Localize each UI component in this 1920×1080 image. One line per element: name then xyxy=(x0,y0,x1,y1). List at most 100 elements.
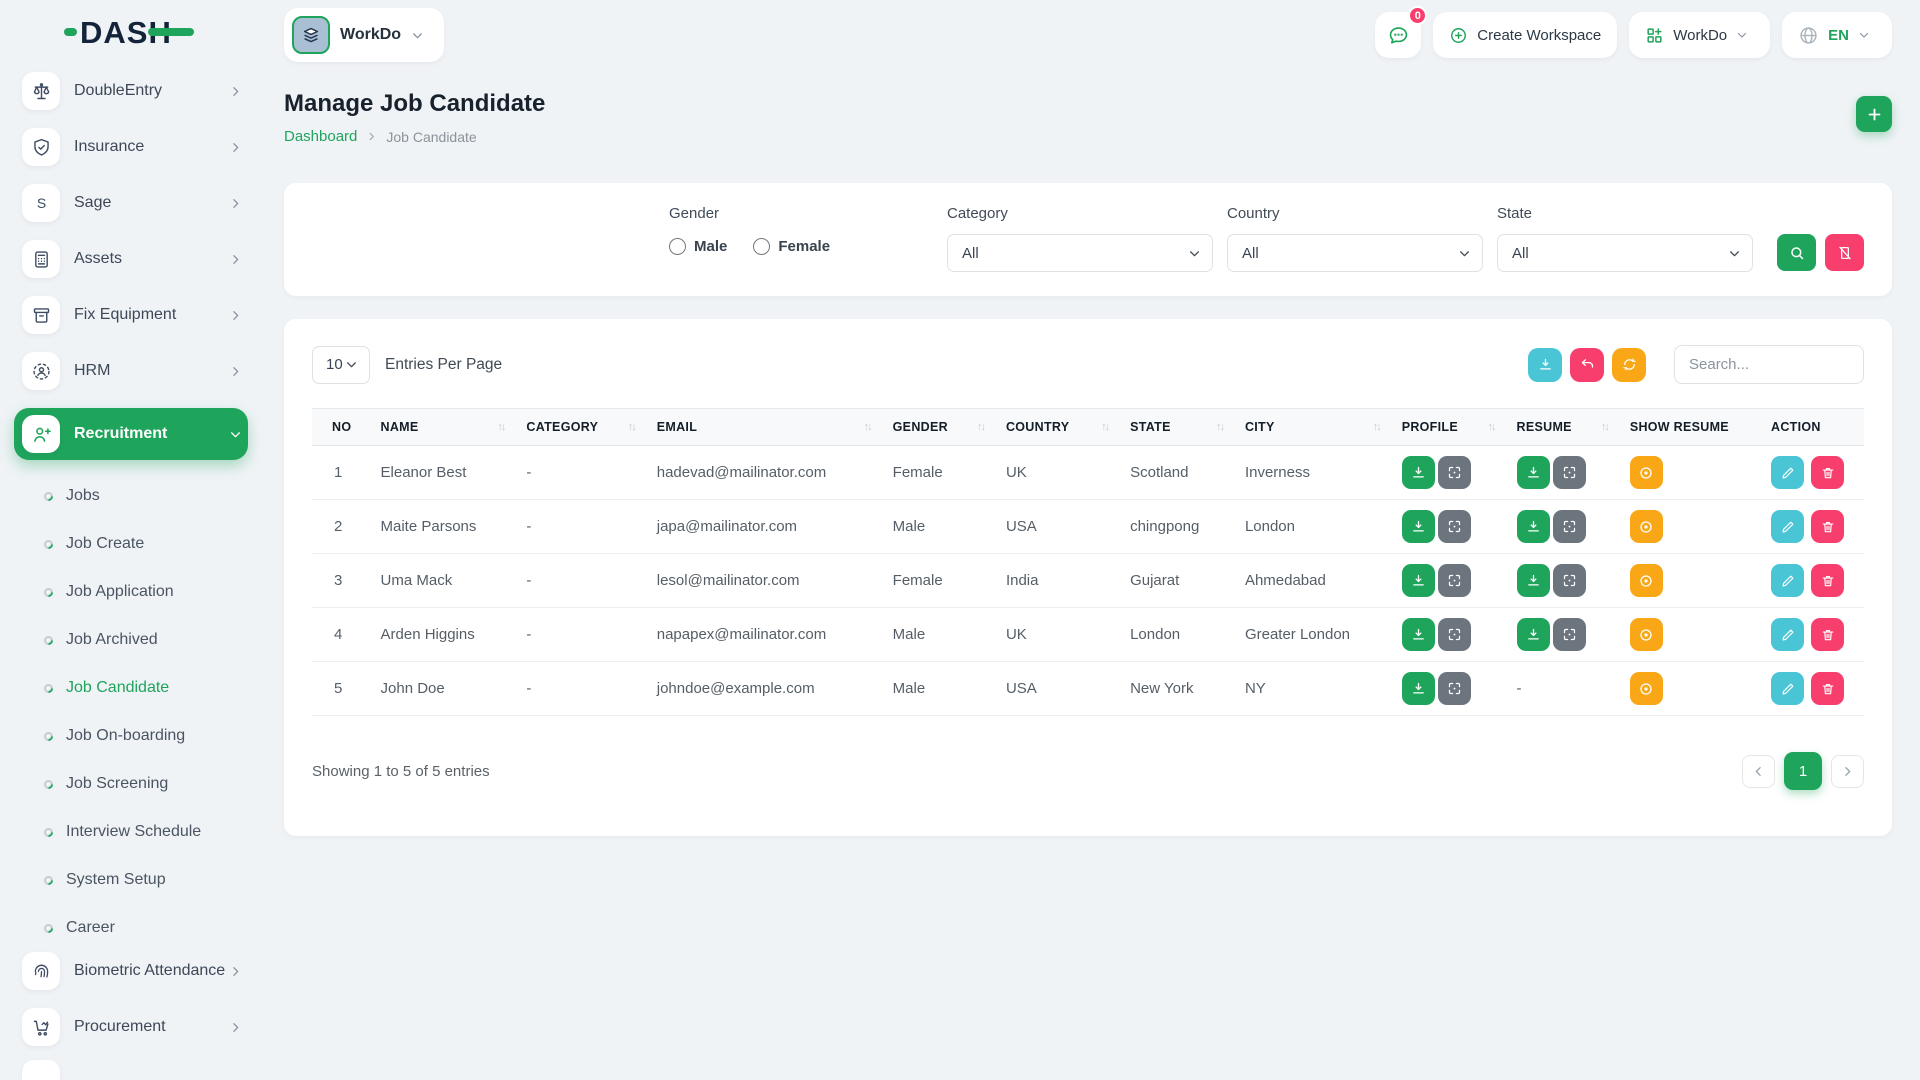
cell-resume xyxy=(1509,608,1622,662)
resume-preview-button[interactable] xyxy=(1553,618,1586,651)
breadcrumb-dashboard-link[interactable]: Dashboard xyxy=(284,128,357,145)
language-selector[interactable]: EN xyxy=(1782,12,1892,58)
sidebar-subitem-job-archived[interactable]: Job Archived xyxy=(14,616,248,664)
bullet-icon xyxy=(42,922,55,935)
sidebar-subitem-interview-schedule[interactable]: Interview Schedule xyxy=(14,808,248,856)
sidebar-item-fix-equipment[interactable]: Fix Equipment xyxy=(22,296,248,334)
scan-icon xyxy=(1447,465,1462,480)
sidebar-item-biometric-attendance[interactable]: Biometric Attendance xyxy=(22,952,248,990)
sidebar-subitem-job-candidate[interactable]: Job Candidate xyxy=(14,664,248,712)
profile-download-button[interactable] xyxy=(1402,510,1435,543)
column-header-resume[interactable]: RESUME↑↓ xyxy=(1509,409,1622,446)
export-button[interactable] xyxy=(1528,348,1562,382)
sidebar-item-hrm[interactable]: HRM xyxy=(22,352,248,390)
column-header-state[interactable]: STATE↑↓ xyxy=(1122,409,1237,446)
profile-preview-button[interactable] xyxy=(1438,510,1471,543)
edit-button[interactable] xyxy=(1771,510,1804,543)
country-value: All xyxy=(1242,245,1259,262)
sidebar-subitem-job-on-boarding[interactable]: Job On-boarding xyxy=(14,712,248,760)
entries-per-page-select[interactable]: 10 xyxy=(312,346,370,384)
delete-button[interactable] xyxy=(1811,456,1844,489)
profile-download-button[interactable] xyxy=(1402,564,1435,597)
state-select[interactable]: All xyxy=(1497,234,1753,272)
create-workspace-button[interactable]: Create Workspace xyxy=(1433,12,1617,58)
profile-preview-button[interactable] xyxy=(1438,564,1471,597)
column-header-name[interactable]: NAME↑↓ xyxy=(373,409,519,446)
chevron-down-icon xyxy=(229,428,242,441)
delete-button[interactable] xyxy=(1811,564,1844,597)
messages-button[interactable]: 0 xyxy=(1375,12,1421,58)
chevron-right-icon xyxy=(229,365,242,378)
current-page-button[interactable]: 1 xyxy=(1784,752,1822,790)
column-header-category[interactable]: CATEGORY↑↓ xyxy=(518,409,648,446)
sidebar-subitem-career[interactable]: Career xyxy=(14,904,248,952)
show-resume-button[interactable] xyxy=(1630,510,1663,543)
add-candidate-button[interactable] xyxy=(1856,96,1892,132)
sidebar-subitem-job-screening[interactable]: Job Screening xyxy=(14,760,248,808)
resume-download-button[interactable] xyxy=(1517,618,1550,651)
country-select[interactable]: All xyxy=(1227,234,1483,272)
resume-download-button[interactable] xyxy=(1517,456,1550,489)
edit-button[interactable] xyxy=(1771,672,1804,705)
table-search-input[interactable] xyxy=(1674,345,1864,384)
filter-search-button[interactable] xyxy=(1777,234,1816,271)
sidebar-subitem-job-create[interactable]: Job Create xyxy=(14,520,248,568)
prev-page-button[interactable] xyxy=(1742,755,1775,788)
sidebar-item-procurement[interactable]: Procurement xyxy=(22,1008,248,1046)
resume-preview-button[interactable] xyxy=(1553,510,1586,543)
category-select[interactable]: All xyxy=(947,234,1213,272)
sidebar-subitem-jobs[interactable]: Jobs xyxy=(14,472,248,520)
sidebar-item-doubleentry[interactable]: DoubleEntry xyxy=(22,72,248,110)
scan-icon xyxy=(1562,627,1577,642)
sidebar-subitem-job-application[interactable]: Job Application xyxy=(14,568,248,616)
resume-preview-button[interactable] xyxy=(1553,564,1586,597)
delete-button[interactable] xyxy=(1811,672,1844,705)
sort-icon: ↑↓ xyxy=(977,421,990,433)
edit-button[interactable] xyxy=(1771,564,1804,597)
profile-download-button[interactable] xyxy=(1402,618,1435,651)
profile-download-button[interactable] xyxy=(1402,456,1435,489)
column-header-email[interactable]: EMAIL↑↓ xyxy=(649,409,885,446)
show-resume-button[interactable] xyxy=(1630,564,1663,597)
gender-female-radio[interactable]: Female xyxy=(753,238,830,255)
chevron-right-icon xyxy=(1841,765,1854,778)
trash-icon xyxy=(1821,628,1835,642)
column-label: PROFILE xyxy=(1402,420,1458,434)
profile-preview-button[interactable] xyxy=(1438,456,1471,489)
column-header-profile[interactable]: PROFILE↑↓ xyxy=(1394,409,1509,446)
column-header-gender[interactable]: GENDER↑↓ xyxy=(885,409,998,446)
breadcrumb-current: Job Candidate xyxy=(386,129,476,145)
show-resume-button[interactable] xyxy=(1630,456,1663,489)
edit-button[interactable] xyxy=(1771,456,1804,489)
scan-icon xyxy=(1562,465,1577,480)
radio-input[interactable] xyxy=(669,238,686,255)
sidebar-item-recruitment[interactable]: Recruitment xyxy=(14,408,248,460)
edit-button[interactable] xyxy=(1771,618,1804,651)
workdo-apps-menu[interactable]: WorkDo xyxy=(1629,12,1770,58)
profile-preview-button[interactable] xyxy=(1438,618,1471,651)
next-page-button[interactable] xyxy=(1831,755,1864,788)
column-header-country[interactable]: COUNTRY↑↓ xyxy=(998,409,1122,446)
sidebar-item-label: Insurance xyxy=(74,137,229,156)
gender-male-radio[interactable]: Male xyxy=(669,238,727,255)
workspace-selector[interactable]: WorkDo xyxy=(284,8,444,62)
column-header-city[interactable]: CITY↑↓ xyxy=(1237,409,1394,446)
sidebar-item-insurance[interactable]: Insurance xyxy=(22,128,248,166)
sidebar-item-sage[interactable]: S Sage xyxy=(22,184,248,222)
resume-download-button[interactable] xyxy=(1517,510,1550,543)
show-resume-button[interactable] xyxy=(1630,618,1663,651)
sidebar-item-assets[interactable]: Assets xyxy=(22,240,248,278)
sidebar-subitem-system-setup[interactable]: System Setup xyxy=(14,856,248,904)
profile-preview-button[interactable] xyxy=(1438,672,1471,705)
show-resume-button[interactable] xyxy=(1630,672,1663,705)
delete-button[interactable] xyxy=(1811,618,1844,651)
radio-input[interactable] xyxy=(753,238,770,255)
profile-download-button[interactable] xyxy=(1402,672,1435,705)
refresh-button[interactable] xyxy=(1612,348,1646,382)
resume-preview-button[interactable] xyxy=(1553,456,1586,489)
app-logo[interactable]: DASH xyxy=(14,0,248,64)
delete-button[interactable] xyxy=(1811,510,1844,543)
undo-button[interactable] xyxy=(1570,348,1604,382)
resume-download-button[interactable] xyxy=(1517,564,1550,597)
filter-reset-button[interactable] xyxy=(1825,234,1864,271)
